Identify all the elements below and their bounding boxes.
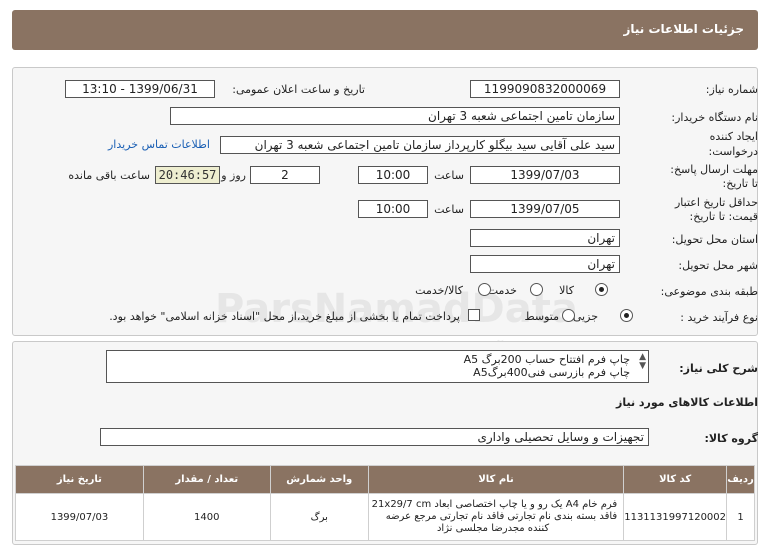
- validity-time-label: ساعت: [434, 203, 464, 216]
- row-index: 1: [726, 493, 755, 541]
- purchase-type-label: نوع فرآیند خرید :: [680, 311, 758, 324]
- page-title: جزئیات اطلاعات نیاز: [623, 22, 744, 36]
- table-header-row: ردیف کد کالا نام کالا واحد شمارش تعداد /…: [15, 465, 755, 494]
- validity-label: حداقل تاریخ اعتبار: [674, 196, 758, 209]
- need-number-label: شماره نیاز:: [705, 83, 758, 96]
- category-radio-goods[interactable]: [595, 283, 608, 296]
- category-radio-goods-service[interactable]: [478, 283, 491, 296]
- validity-date-field: 1399/07/05: [470, 200, 620, 218]
- reply-deadline-label: تا تاریخ:: [722, 177, 758, 190]
- validity-label: قیمت: تا تاریخ:: [689, 210, 758, 223]
- column-header: تاریخ نیاز: [15, 465, 144, 494]
- remaining-label: ساعت باقی مانده: [68, 169, 150, 182]
- row-code: 1131131997120002: [623, 493, 728, 541]
- reply-time-label: ساعت: [434, 169, 464, 182]
- column-header: کد کالا: [623, 465, 728, 494]
- row-name: فرم خام A4 یک رو و یا چاپ اختصاصی ابعاد …: [367, 493, 625, 541]
- category-option-label: کالا: [559, 284, 574, 297]
- column-header: تعداد / مقدار: [142, 465, 271, 494]
- buyer-org-field: سازمان تامین اجتماعی شعبه 3 تهران: [170, 107, 620, 125]
- row-date: 1399/07/03: [15, 493, 144, 541]
- summary-textarea[interactable]: ▲ ▼ چاپ فرم افتتاح حساب 200برگ A5 چاپ فرم…: [106, 350, 649, 383]
- scroll-arrows-icon[interactable]: ▲ ▼: [639, 353, 646, 371]
- column-header: واحد شمارش: [269, 465, 369, 494]
- countdown-timer: 20:46:57: [155, 166, 220, 184]
- treasury-payment-checkbox[interactable]: [468, 309, 480, 321]
- category-radio-service[interactable]: [530, 283, 543, 296]
- goods-group-label: گروه کالا:: [704, 432, 758, 445]
- row-name-line: کننده مجدرضا مجلسی نژاد: [436, 523, 550, 534]
- goods-group-field: تجهیزات و وسایل تحصیلی واداری: [100, 428, 649, 446]
- creator-label: ایجاد کننده: [709, 130, 758, 143]
- purchase-option-label: جزیی: [572, 310, 598, 323]
- row-name-line: فرم خام A4 یک رو و یا چاپ اختصاصی ابعاد …: [371, 499, 618, 510]
- treasury-payment-note: پرداخت تمام یا بخشی از مبلغ خرید،از محل …: [109, 310, 460, 323]
- page-header: جزئیات اطلاعات نیاز: [12, 10, 758, 50]
- column-header: نام کالا: [367, 465, 625, 494]
- reply-time-field: 10:00: [358, 166, 428, 184]
- purchase-option-label: متوسط: [524, 310, 559, 323]
- days-label: روز و: [221, 169, 246, 182]
- category-label: طبقه بندی موضوعی:: [660, 285, 758, 298]
- category-option-label: خدمت: [487, 284, 517, 297]
- summary-line: چاپ فرم افتتاح حساب 200برگ A5: [463, 353, 630, 366]
- summary-line: چاپ فرم بازرسی فنی400برگA5: [473, 366, 630, 379]
- reply-date-field: 1399/07/03: [470, 166, 620, 184]
- reply-deadline-label: مهلت ارسال پاسخ:: [670, 163, 758, 176]
- announce-label: تاریخ و ساعت اعلان عمومی:: [232, 83, 365, 96]
- buyer-contact-link[interactable]: اطلاعات تماس خریدار: [108, 138, 210, 151]
- city-label: شهر محل تحویل:: [678, 259, 758, 272]
- row-qty: 1400: [142, 493, 271, 541]
- province-label: استان محل تحویل:: [671, 233, 758, 246]
- goods-section-title: اطلاعات کالاهای مورد نیاز: [616, 396, 758, 409]
- purchase-radio-minor[interactable]: [620, 309, 633, 322]
- validity-time-field: 10:00: [358, 200, 428, 218]
- announce-field: 1399/06/31 - 13:10: [65, 80, 215, 98]
- row-name-line: فاقد بسته بندی نام تجارتی فاقد نام تجارت…: [385, 511, 618, 522]
- buyer-org-label: نام دستگاه خریدار:: [671, 111, 758, 124]
- purchase-radio-medium[interactable]: [562, 309, 575, 322]
- days-field: 2: [250, 166, 320, 184]
- province-field: تهران: [470, 229, 620, 247]
- need-number-field: 1199090832000069: [470, 80, 620, 98]
- table-row: 1 1131131997120002 فرم خام A4 یک رو و یا…: [15, 493, 755, 541]
- category-option-label: کالا/خدمت: [415, 284, 463, 297]
- summary-label: شرح کلی نیاز:: [679, 362, 758, 375]
- column-header: ردیف: [726, 465, 755, 494]
- goods-table: ردیف کد کالا نام کالا واحد شمارش تعداد /…: [15, 465, 755, 541]
- city-field: تهران: [470, 255, 620, 273]
- creator-field: سید علی آقایی سید بیگلو کارپرداز سازمان …: [220, 136, 620, 154]
- creator-label: درخواست:: [708, 145, 758, 158]
- row-unit: برگ: [269, 493, 369, 541]
